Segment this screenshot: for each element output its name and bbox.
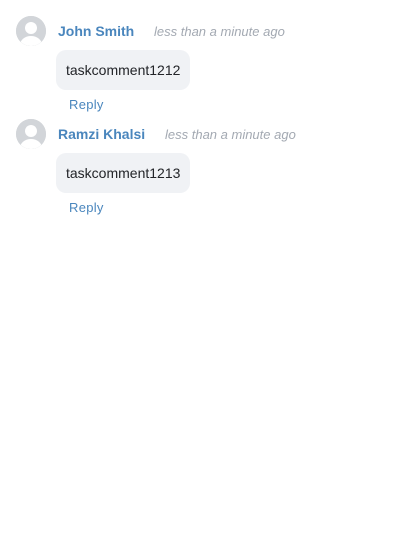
comment-body: taskcomment1212 — [56, 50, 191, 90]
comment-author[interactable]: Ramzi Khalsi — [58, 126, 145, 142]
comment-author[interactable]: John Smith — [58, 23, 134, 39]
reply-button[interactable]: Reply — [69, 200, 104, 215]
reply-button[interactable]: Reply — [69, 97, 104, 112]
comment-timestamp: less than a minute ago — [165, 127, 296, 142]
comment-timestamp: less than a minute ago — [154, 24, 285, 39]
user-avatar-icon — [16, 16, 46, 46]
comment-body: taskcomment1213 — [56, 153, 191, 193]
user-avatar-icon — [16, 119, 46, 149]
